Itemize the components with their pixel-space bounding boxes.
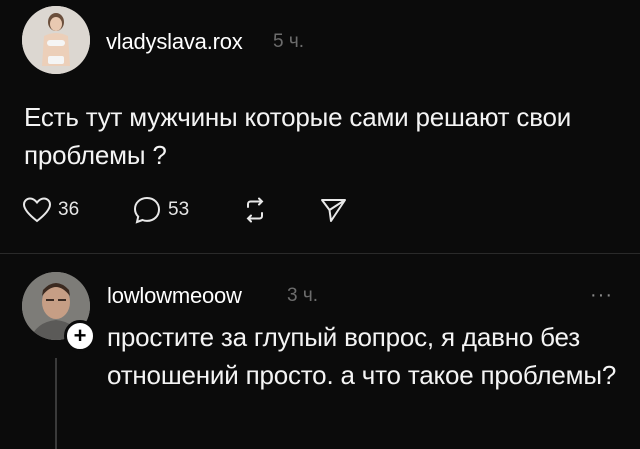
heart-icon: [22, 197, 52, 223]
paper-plane-icon: [321, 199, 346, 222]
post-author-avatar[interactable]: [22, 6, 90, 74]
speech-bubble-icon: [133, 196, 161, 224]
repost-button[interactable]: [240, 194, 270, 226]
post-divider: [0, 253, 640, 254]
reply-timestamp: 3 ч.: [287, 285, 319, 306]
thread-line: [55, 358, 57, 449]
share-button[interactable]: [318, 194, 348, 226]
comment-count: 53: [168, 199, 190, 220]
comment-button[interactable]: 53: [132, 194, 189, 226]
reply-username[interactable]: lowlowmeoow: [107, 283, 242, 309]
threads-post-view: vladyslava.rox 5 ч. Есть тут мужчины кот…: [0, 0, 640, 449]
post-text: Есть тут мужчины которые сами решают сво…: [24, 102, 572, 170]
post-username[interactable]: vladyslava.rox: [106, 29, 243, 55]
post-timestamp: 5 ч.: [273, 31, 305, 52]
woman-photo-avatar-icon: [22, 6, 90, 74]
follow-plus-button[interactable]: +: [64, 320, 96, 352]
like-count: 36: [58, 199, 80, 220]
repost-icon: [246, 197, 264, 223]
more-options-button[interactable]: ···: [590, 284, 613, 307]
like-button[interactable]: 36: [22, 194, 79, 226]
reply-text: простите за глупый вопрос, я давно без о…: [107, 322, 617, 390]
